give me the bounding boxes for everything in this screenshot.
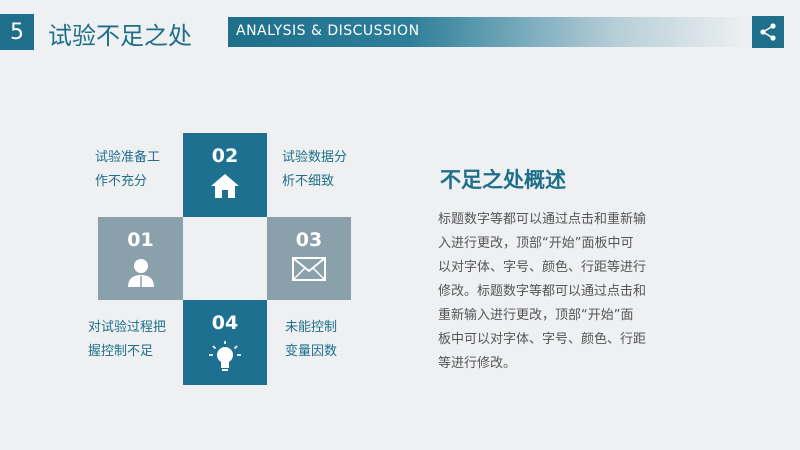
summary-line: 入进行更改，顶部“开始”面板中可 <box>438 236 634 251</box>
summary-title: 不足之处概述 <box>440 168 566 192</box>
banner-text: ANALYSIS & DISCUSSION <box>236 23 420 39</box>
tile-03: 03 <box>267 217 351 300</box>
label-line: 试验数据分 <box>282 150 348 165</box>
summary-line: 等进行修改。 <box>438 356 517 371</box>
tile-number: 01 <box>127 229 154 251</box>
label-bottom-right: 未能控制 变量因数 <box>285 316 337 364</box>
label-line: 对试验过程把 <box>88 320 167 335</box>
label-line: 握控制不足 <box>88 344 154 359</box>
label-line: 未能控制 <box>285 320 338 335</box>
summary-line: 重新输入进行更改，顶部“开始”面 <box>438 308 634 323</box>
tile-04: 04 <box>183 300 267 385</box>
summary-body: 标题数字等都可以通过点击和重新输 入进行更改，顶部“开始”面板中可 以对字体、字… <box>438 208 688 376</box>
share-button[interactable] <box>752 16 784 48</box>
label-line: 试验准备工 <box>95 150 161 165</box>
tile-02: 02 <box>183 133 267 217</box>
tile-number: 04 <box>211 312 239 334</box>
mail-icon <box>292 257 326 281</box>
header-banner: ANALYSIS & DISCUSSION <box>228 17 748 47</box>
lightbulb-icon <box>209 341 241 371</box>
label-top-right: 试验数据分 析不细致 <box>282 146 347 194</box>
label-top-left: 试验准备工 作不充分 <box>95 146 160 194</box>
tile-number: 03 <box>295 229 323 251</box>
section-number: 5 <box>10 19 24 45</box>
home-icon <box>211 174 239 198</box>
share-icon <box>760 23 776 41</box>
tile-01: 01 <box>98 217 183 300</box>
section-number-badge: 5 <box>0 14 34 50</box>
summary-line: 以对字体、字号、颜色、行距等进行 <box>438 260 647 275</box>
label-line: 作不充分 <box>95 174 148 189</box>
label-line: 变量因数 <box>285 344 338 359</box>
person-icon <box>127 259 154 287</box>
summary-line: 标题数字等都可以通过点击和重新输 <box>438 212 647 227</box>
page-title: 试验不足之处 <box>48 22 192 50</box>
summary-line: 修改。标题数字等都可以通过点击和 <box>438 284 647 299</box>
label-bottom-left: 对试验过程把 握控制不足 <box>88 316 166 364</box>
tile-number: 02 <box>211 145 239 167</box>
label-line: 析不细致 <box>282 174 335 189</box>
summary-line: 板中可以对字体、字号、颜色、行距 <box>438 332 647 347</box>
